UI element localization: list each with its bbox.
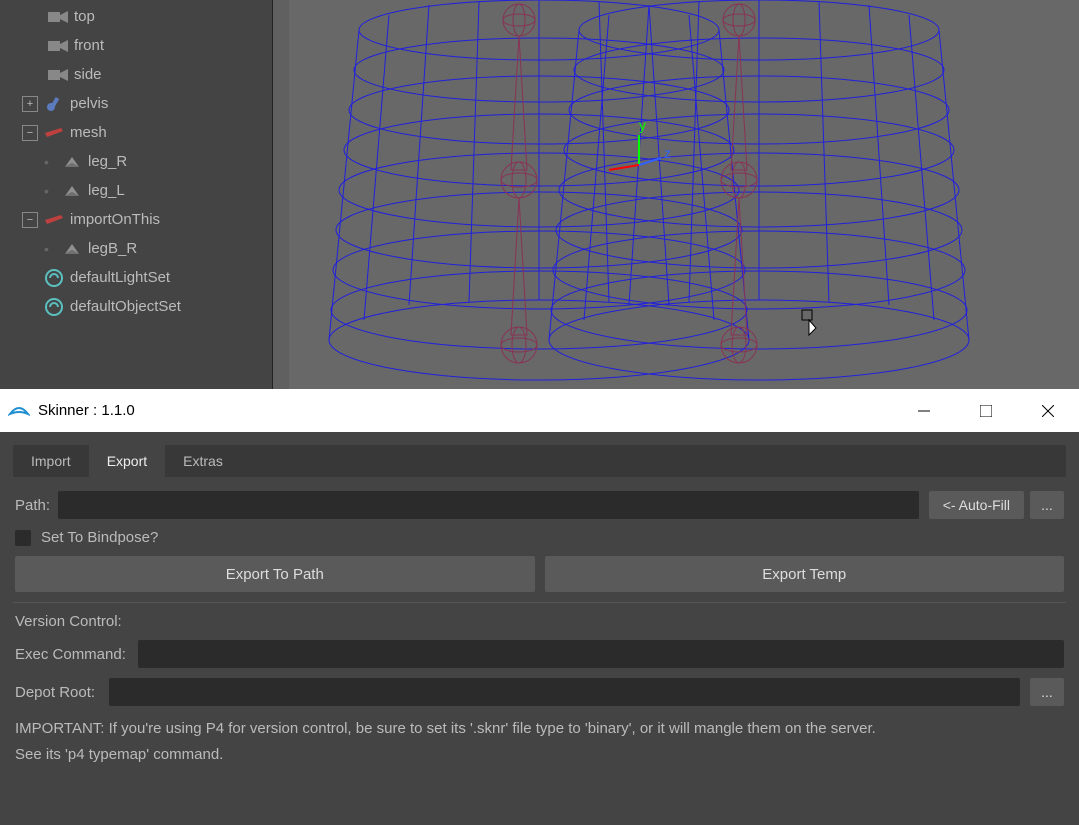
path-input[interactable]: [58, 491, 919, 519]
camera-icon: [48, 7, 68, 27]
joint-icon: [44, 94, 64, 114]
outliner-item-defaultobjectset[interactable]: defaultObjectSet: [0, 292, 272, 321]
outliner-item-legb-r[interactable]: • legB_R: [0, 234, 272, 263]
mesh-icon: [62, 181, 82, 201]
outliner-item-pelvis[interactable]: + pelvis: [0, 89, 272, 118]
window-title: Skinner : 1.1.0: [38, 402, 893, 419]
outliner-label: pelvis: [70, 95, 108, 112]
tab-extras[interactable]: Extras: [165, 445, 241, 477]
outliner-label: importOnThis: [70, 211, 160, 228]
outliner-item-leg-r[interactable]: • leg_R: [0, 147, 272, 176]
mesh-icon: [62, 239, 82, 259]
outliner-label: defaultLightSet: [70, 269, 170, 286]
outliner-item-top[interactable]: top: [0, 2, 272, 31]
viewport[interactable]: y z: [272, 0, 1079, 389]
outliner-item-defaultlightset[interactable]: defaultLightSet: [0, 263, 272, 292]
exec-command-label: Exec Command:: [15, 646, 130, 663]
outliner-item-side[interactable]: side: [0, 60, 272, 89]
outliner-label: mesh: [70, 124, 107, 141]
outliner-item-mesh[interactable]: − mesh: [0, 118, 272, 147]
outliner-label: defaultObjectSet: [70, 298, 181, 315]
svg-text:z: z: [664, 145, 671, 161]
wireframe-mesh: y z: [289, 0, 1079, 389]
depot-root-label: Depot Root:: [15, 684, 101, 701]
collapse-toggle[interactable]: −: [22, 212, 38, 228]
tab-import[interactable]: Import: [13, 445, 89, 477]
tab-export[interactable]: Export: [89, 445, 165, 477]
bindpose-label: Set To Bindpose?: [41, 529, 158, 546]
minimize-button[interactable]: [893, 389, 955, 432]
outliner-label: front: [74, 37, 104, 54]
outliner-item-front[interactable]: front: [0, 31, 272, 60]
set-icon: [44, 297, 64, 317]
browse-button[interactable]: ...: [1030, 491, 1064, 519]
set-icon: [44, 268, 64, 288]
tab-bar: Import Export Extras: [13, 445, 1066, 477]
outliner-panel: top front side + pelvis − mesh • leg_R: [0, 0, 272, 389]
depot-browse-button[interactable]: ...: [1030, 678, 1064, 706]
bindpose-checkbox[interactable]: [15, 530, 31, 546]
important-note-2: See its 'p4 typemap' command.: [13, 742, 1066, 768]
camera-icon: [48, 36, 68, 56]
outliner-label: top: [74, 8, 95, 25]
group-icon: [44, 123, 64, 143]
svg-text:y: y: [639, 117, 646, 133]
app-logo-icon: [8, 400, 30, 422]
exec-command-input[interactable]: [138, 640, 1064, 668]
titlebar[interactable]: Skinner : 1.1.0: [0, 389, 1079, 432]
outliner-label: leg_L: [88, 182, 125, 199]
version-control-label: Version Control:: [15, 613, 122, 630]
export-temp-button[interactable]: Export Temp: [545, 556, 1065, 592]
important-note-1: IMPORTANT: If you're using P4 for versio…: [13, 716, 1066, 742]
group-icon: [44, 210, 64, 230]
collapse-toggle[interactable]: −: [22, 125, 38, 141]
close-button[interactable]: [1017, 389, 1079, 432]
camera-icon: [48, 65, 68, 85]
cursor-icon: [809, 320, 816, 335]
outliner-item-importonthis[interactable]: − importOnThis: [0, 205, 272, 234]
depot-root-input[interactable]: [109, 678, 1020, 706]
skinner-window: Skinner : 1.1.0 Import Export Extras Pat…: [0, 389, 1079, 825]
path-label: Path:: [15, 497, 50, 514]
export-to-path-button[interactable]: Export To Path: [15, 556, 535, 592]
outliner-label: leg_R: [88, 153, 127, 170]
outliner-label: legB_R: [88, 240, 137, 257]
outliner-item-leg-l[interactable]: • leg_L: [0, 176, 272, 205]
expand-toggle[interactable]: +: [22, 96, 38, 112]
mesh-icon: [62, 152, 82, 172]
outliner-label: side: [74, 66, 102, 83]
autofill-button[interactable]: <- Auto-Fill: [929, 491, 1024, 519]
maximize-button[interactable]: [955, 389, 1017, 432]
